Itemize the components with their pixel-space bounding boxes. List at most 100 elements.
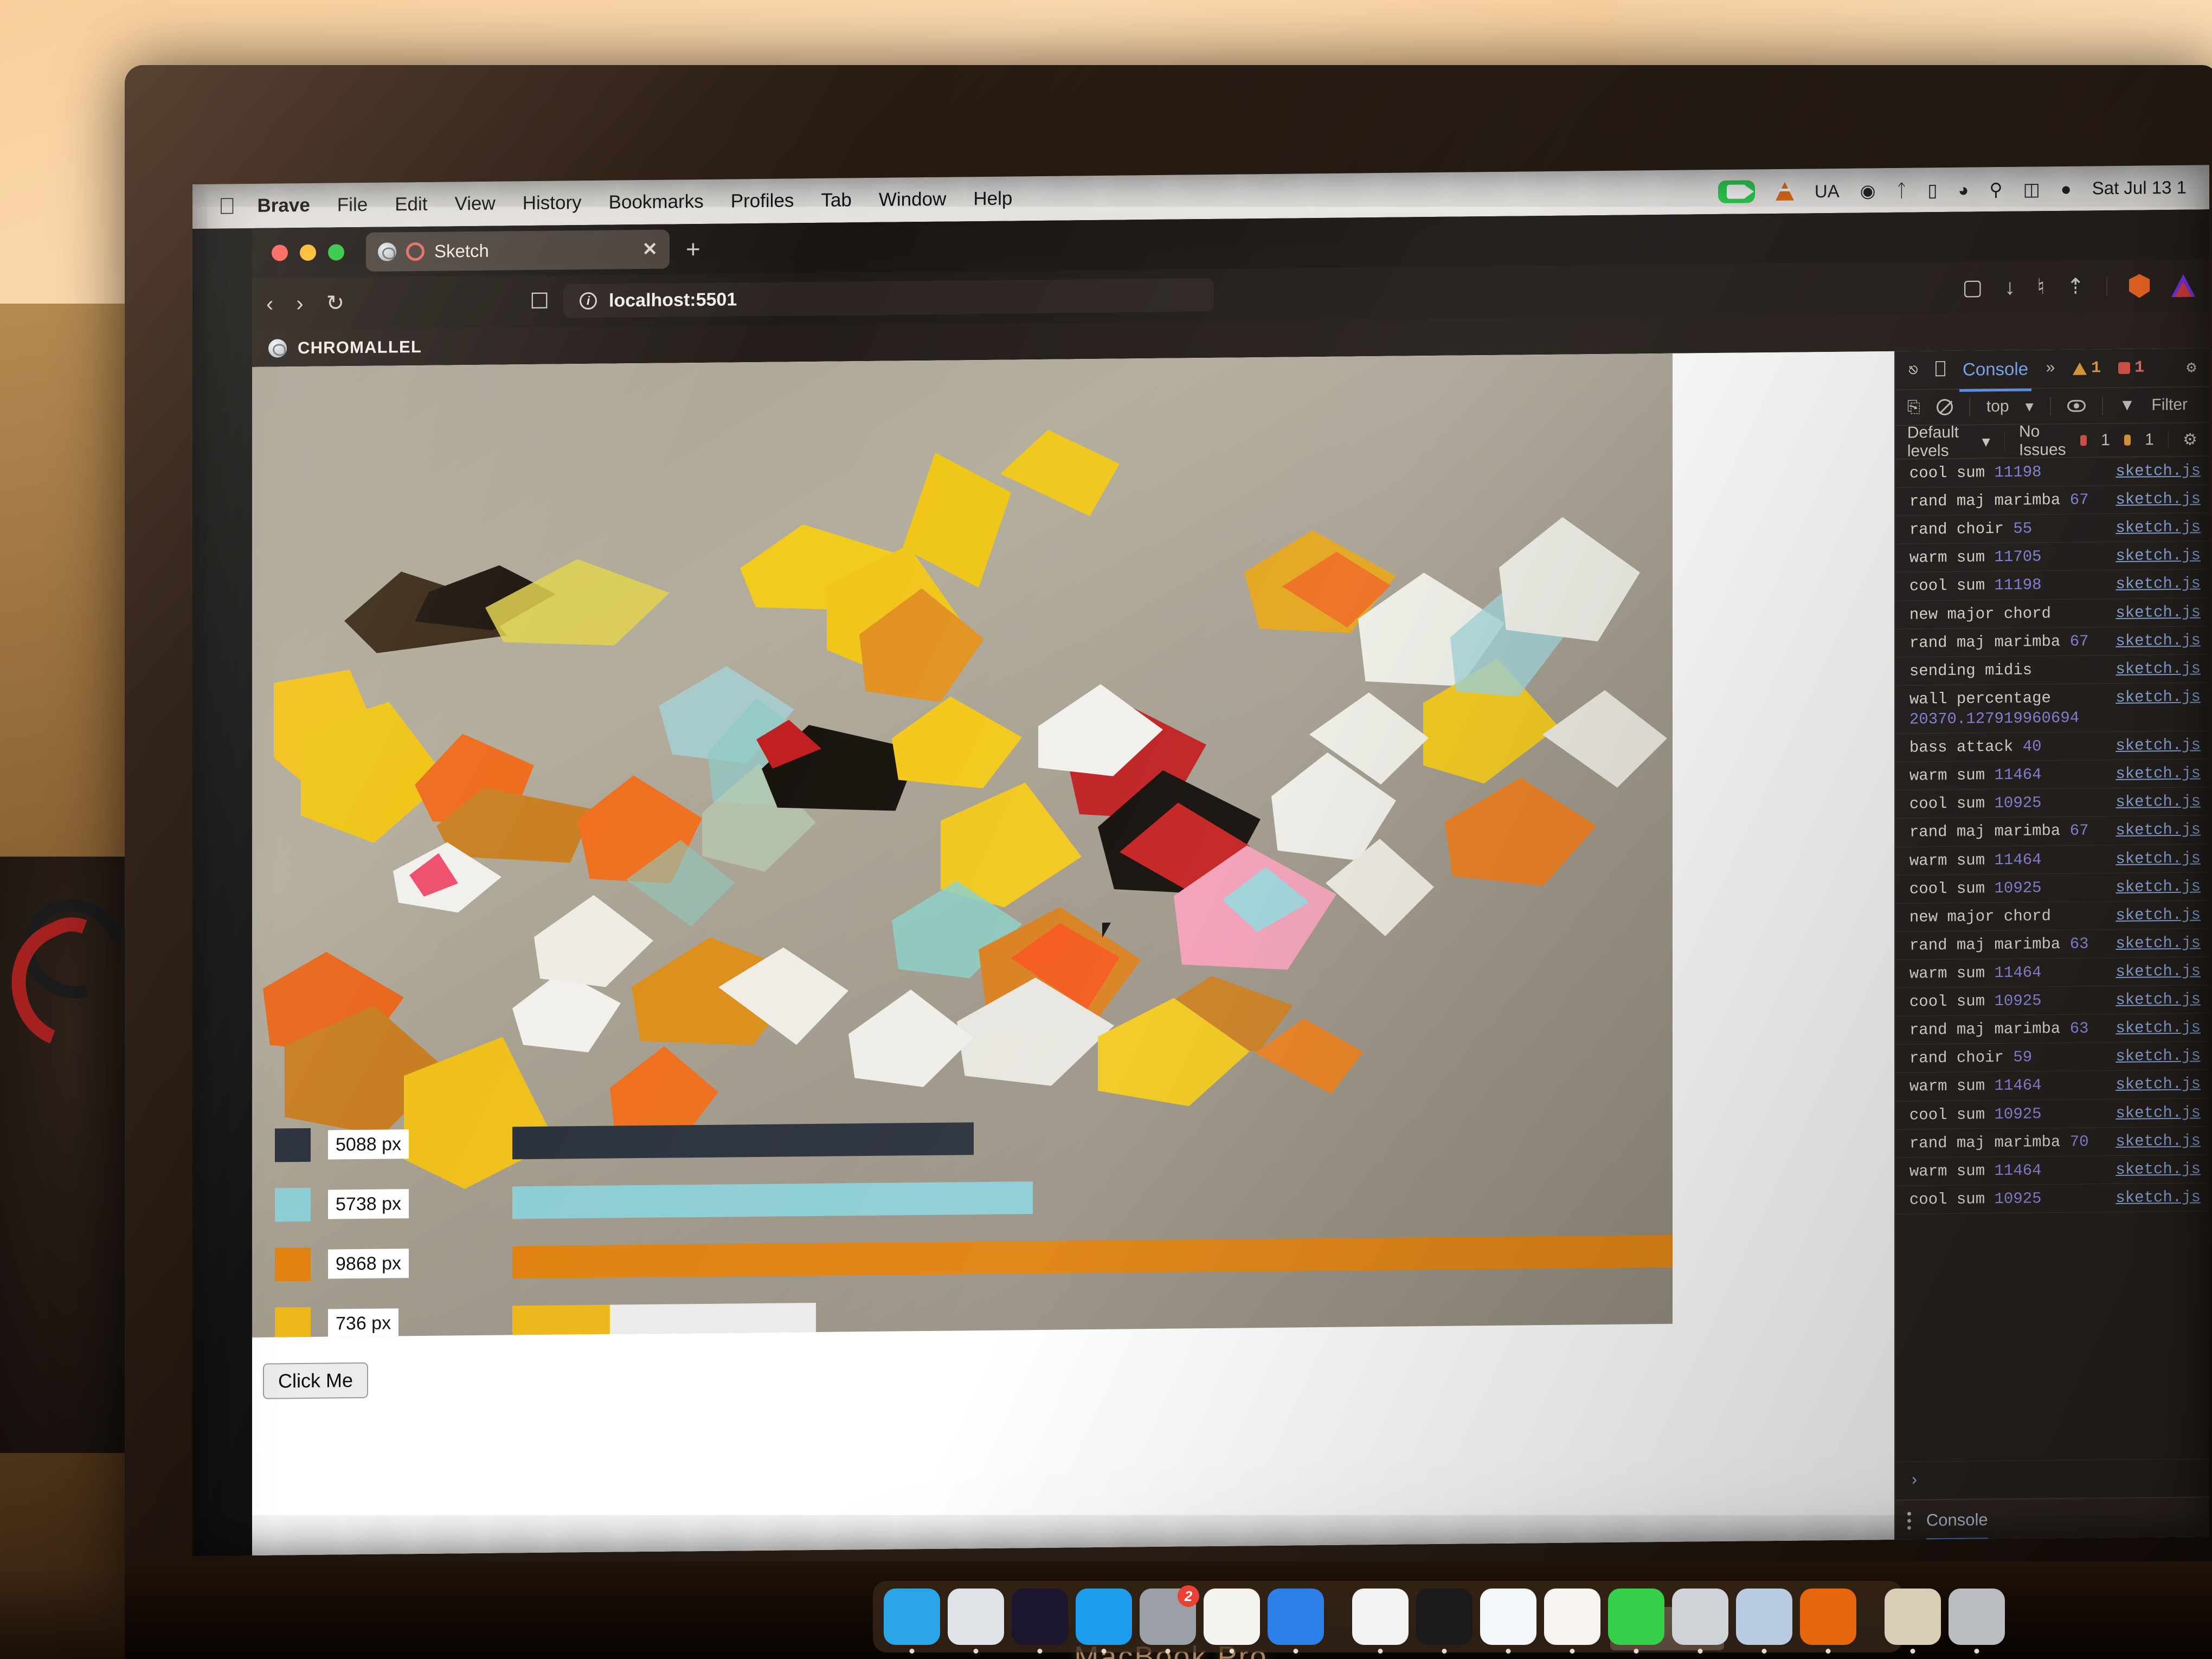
console-log-row[interactable]: bass attack 40 sketch.js <box>1895 731 2209 763</box>
play-circle-icon[interactable]: ◉ <box>1860 181 1876 201</box>
console-log-source[interactable]: sketch.js <box>2107 1018 2201 1039</box>
apple-logo-icon[interactable]:  <box>218 193 236 218</box>
console-log-source[interactable]: sketch.js <box>2107 1159 2201 1180</box>
share-icon[interactable]: ⇡ <box>2066 274 2085 299</box>
dock-item-preview-image[interactable] <box>1736 1589 1792 1654</box>
input-source-label[interactable]: UA <box>1815 181 1840 201</box>
console-log-row[interactable]: new major chord sketch.js <box>1895 901 2209 932</box>
filter-input[interactable]: Filter <box>2151 396 2188 415</box>
dock-item-vlc[interactable] <box>1800 1589 1856 1654</box>
clear-console-icon[interactable] <box>1936 398 1953 416</box>
console-log-source[interactable]: sketch.js <box>2107 933 2201 954</box>
dock-item-system-settings[interactable]: 2 <box>1140 1585 1199 1654</box>
menu-item-help[interactable]: Help <box>973 188 1012 210</box>
close-icon[interactable]: ✕ <box>642 239 658 260</box>
console-log-row[interactable]: rand choir 59 sketch.js <box>1895 1041 2209 1073</box>
console-log-row[interactable]: rand maj marimba 63 sketch.js <box>1895 1013 2209 1045</box>
dock-item-trash[interactable] <box>1949 1589 2005 1654</box>
site-info-icon[interactable]: i <box>580 292 597 310</box>
tab-console[interactable]: Console <box>1963 358 2028 380</box>
console-log-source[interactable]: sketch.js <box>2107 545 2201 567</box>
dock-item-launchpad[interactable] <box>948 1589 1004 1654</box>
console-log-row[interactable]: rand maj marimba 70 sketch.js <box>1895 1126 2209 1158</box>
track-dark-navy[interactable] <box>512 1116 1624 1160</box>
p5-sketch-canvas[interactable]: 5088 px 5738 px 9868 px 736 px <box>252 353 1673 1338</box>
track-orange[interactable] <box>512 1234 1673 1279</box>
console-log-row[interactable]: warm sum 11464 sketch.js <box>1895 844 2209 876</box>
bookmark-chromallel[interactable]: CHROMALLEL <box>298 337 422 358</box>
bluetooth-icon[interactable]: ᛏ <box>1896 180 1907 200</box>
brave-shields-icon[interactable] <box>2129 274 2150 298</box>
console-log-source[interactable]: sketch.js <box>2107 820 2201 841</box>
dock-item-app-store[interactable] <box>1076 1589 1132 1654</box>
menu-item-tab[interactable]: Tab <box>821 189 851 211</box>
browser-tab[interactable]: Sketch ✕ <box>366 229 670 272</box>
picture-in-picture-icon[interactable]: ▢ <box>1962 275 1983 300</box>
menu-item-edit[interactable]: Edit <box>395 194 427 216</box>
error-count-badge[interactable]: 1 <box>2118 358 2144 377</box>
console-log-row[interactable]: warm sum 11464 sketch.js <box>1895 957 2209 988</box>
console-log-source[interactable]: sketch.js <box>2107 602 2201 623</box>
address-bar[interactable]: i localhost:5501 <box>563 278 1214 318</box>
console-log-source[interactable]: sketch.js <box>2107 961 2201 982</box>
menu-item-bookmarks[interactable]: Bookmarks <box>609 191 704 214</box>
console-log-source[interactable]: sketch.js <box>2107 763 2201 785</box>
console-log-source[interactable]: sketch.js <box>2107 686 2201 708</box>
inspect-element-icon[interactable]: ⎋ <box>1908 360 1918 380</box>
track-yellow[interactable] <box>512 1302 816 1338</box>
settings-gear-icon[interactable]: ⚙ <box>2183 430 2197 449</box>
dock-item-brave-browser[interactable] <box>1544 1589 1600 1654</box>
piano-extension-icon[interactable]: ♮ <box>2037 274 2044 299</box>
console-log-source[interactable]: sketch.js <box>2107 517 2201 538</box>
spotlight-search-icon[interactable]: ⚲ <box>1989 179 2002 199</box>
console-log-source[interactable]: sketch.js <box>2107 1130 2201 1152</box>
console-log-source[interactable]: sketch.js <box>2107 630 2201 651</box>
back-button[interactable]: ‹ <box>266 292 273 316</box>
console-log-row[interactable]: rand maj marimba 67 sketch.js <box>1895 815 2209 847</box>
bookmark-star-icon[interactable]: ☐ <box>530 289 549 314</box>
console-log-source[interactable]: sketch.js <box>2107 989 2201 1011</box>
control-center-icon[interactable]: ◫ <box>2023 179 2040 199</box>
dock-item-whatsapp[interactable] <box>1608 1589 1664 1654</box>
console-sidebar-icon[interactable]: ⎘ <box>1907 398 1920 416</box>
dock-item-audio-app[interactable] <box>1204 1589 1260 1654</box>
console-log-row[interactable]: rand maj marimba 67 sketch.js <box>1895 485 2209 517</box>
menu-item-brave[interactable]: Brave <box>258 195 310 217</box>
console-log-row[interactable]: rand choir 55 sketch.js <box>1895 513 2209 545</box>
console-log-row[interactable]: cool sum 11198 sketch.js <box>1895 569 2209 601</box>
console-log-source[interactable]: sketch.js <box>2107 460 2201 481</box>
new-tab-button[interactable]: + <box>686 234 700 263</box>
issues-label[interactable]: No Issues <box>2019 422 2066 460</box>
chevron-down-icon[interactable]: ▾ <box>2025 397 2034 416</box>
chevron-down-icon[interactable]: ▾ <box>1982 432 1990 451</box>
zoom-window-button[interactable] <box>328 244 344 261</box>
drawer-menu-icon[interactable] <box>1907 1512 1911 1530</box>
dock-item-firefox[interactable] <box>1012 1589 1068 1654</box>
console-log-row[interactable]: cool sum 10925 sketch.js <box>1895 1183 2209 1214</box>
console-log-source[interactable]: sketch.js <box>2107 735 2201 756</box>
console-log-row[interactable]: cool sum 10925 sketch.js <box>1895 872 2209 904</box>
log-levels-selector[interactable]: Default levels <box>1907 423 1968 461</box>
menu-item-view[interactable]: View <box>455 193 496 215</box>
console-log-source[interactable]: sketch.js <box>2107 1074 2201 1095</box>
dock-item-finder[interactable] <box>884 1589 940 1654</box>
console-log-source[interactable]: sketch.js <box>2107 904 2201 925</box>
console-log-row[interactable]: rand maj marimba 67 sketch.js <box>1895 626 2209 658</box>
dock-item-stethoscope-app[interactable] <box>1352 1589 1409 1654</box>
menu-item-window[interactable]: Window <box>879 189 946 211</box>
live-expression-eye-icon[interactable] <box>2067 400 2086 412</box>
console-log-row[interactable]: warm sum 11464 sketch.js <box>1895 1155 2209 1186</box>
forward-button[interactable]: › <box>296 292 303 316</box>
console-log-row[interactable]: rand maj marimba 63 sketch.js <box>1895 929 2209 960</box>
console-log-row[interactable]: sending midis sketch.js <box>1895 654 2209 686</box>
click-me-button[interactable]: Click Me <box>263 1362 369 1399</box>
track-light-blue[interactable] <box>512 1176 1624 1219</box>
console-log-row[interactable]: warm sum 11705 sketch.js <box>1895 541 2209 573</box>
console-log-row[interactable]: warm sum 11464 sketch.js <box>1895 759 2209 791</box>
menubar-clock[interactable]: Sat Jul 13 1 <box>2092 177 2187 199</box>
console-log-row[interactable]: warm sum 11464 sketch.js <box>1895 1070 2209 1102</box>
vlc-icon[interactable] <box>1775 182 1794 201</box>
console-log-source[interactable]: sketch.js <box>2107 1102 2201 1123</box>
more-panels-icon[interactable]: » <box>2046 359 2055 378</box>
console-prompt[interactable]: › <box>1895 1458 2209 1500</box>
